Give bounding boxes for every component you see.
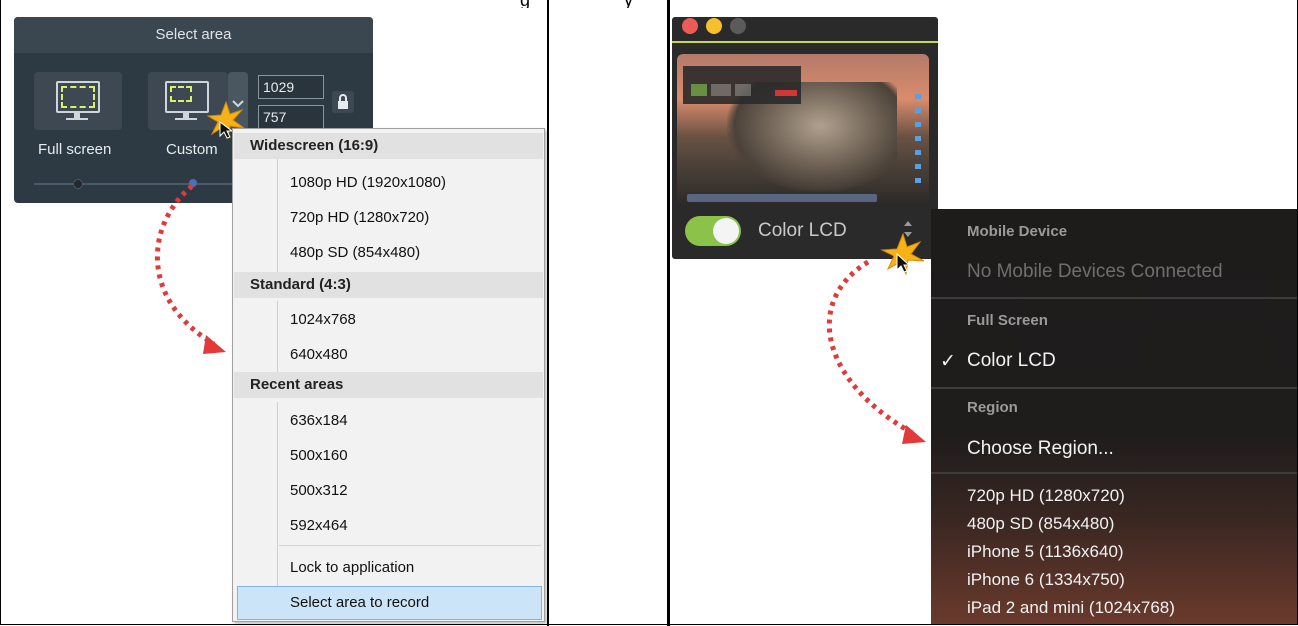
- annotation-arrows: [154, 184, 926, 444]
- arrowhead-right: [902, 425, 926, 444]
- dotted-arrow-right: [826, 259, 916, 437]
- arrowhead-left: [203, 335, 226, 354]
- dotted-arrow-left: [154, 184, 216, 347]
